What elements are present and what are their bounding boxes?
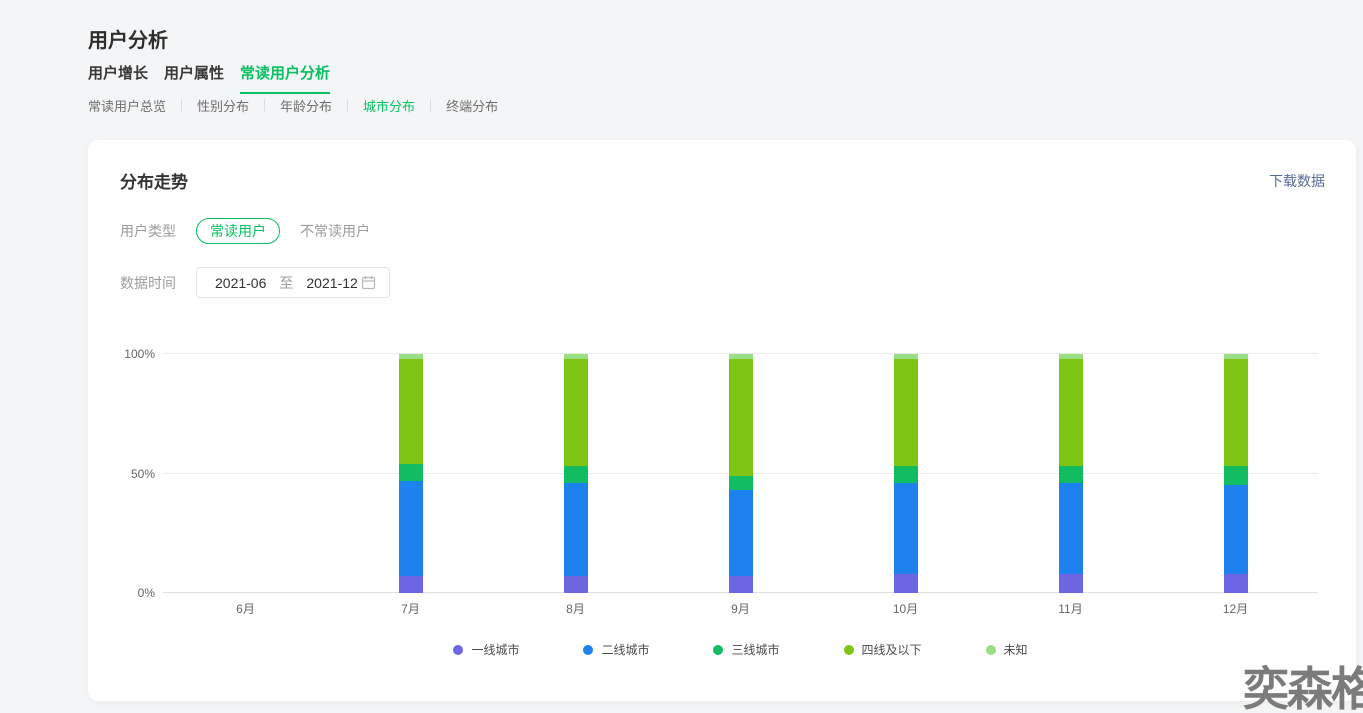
main-tab[interactable]: 用户属性 [164, 62, 224, 94]
legend-item[interactable]: 一线城市 [453, 641, 519, 658]
x-tick-label: 9月 [731, 600, 750, 617]
card-title: 分布走势 [120, 168, 188, 193]
bar-segment [564, 483, 588, 576]
subnav-item[interactable]: 终端分布 [446, 96, 498, 115]
bar-segment [1224, 574, 1248, 593]
main-tabs: 用户增长用户属性常读用户分析 [88, 62, 330, 94]
y-tick-label: 0% [138, 586, 155, 600]
y-tick-label: 50% [131, 467, 155, 481]
subnav-divider [430, 99, 431, 112]
bar-segment [1224, 359, 1248, 467]
bar-segment [399, 464, 423, 481]
bar-segment [894, 483, 918, 574]
user-type-option[interactable]: 不常读用户 [286, 218, 384, 244]
bar-segment [894, 359, 918, 467]
main-tab[interactable]: 用户增长 [88, 62, 148, 94]
bar-segment [1059, 574, 1083, 593]
main-tab[interactable]: 常读用户分析 [240, 62, 330, 94]
calendar-icon[interactable] [361, 275, 376, 290]
y-tick-label: 100% [124, 347, 155, 361]
bar-segment [1059, 483, 1083, 574]
subnav-item[interactable]: 城市分布 [363, 96, 415, 115]
stacked-bar [894, 354, 918, 593]
x-tick-label: 6月 [236, 600, 255, 617]
bar-segment [729, 490, 753, 576]
bar-segment [564, 466, 588, 483]
date-end-value[interactable]: 2021-12 [306, 275, 357, 291]
legend-item[interactable]: 四线及以下 [844, 641, 922, 658]
x-tick-label: 12月 [1223, 600, 1248, 617]
bar-segment [729, 359, 753, 476]
chart-legend: 一线城市 二线城市 三线城市 四线及以下 未知 [163, 641, 1318, 658]
date-start-value[interactable]: 2021-06 [215, 275, 266, 291]
distribution-trend-card: 分布走势 下载数据 用户类型 常读用户不常读用户 数据时间 2021-06 至 … [88, 140, 1356, 701]
bar-segment [399, 359, 423, 464]
legend-label: 二线城市 [601, 641, 649, 658]
legend-label: 一线城市 [471, 641, 519, 658]
x-tick-label: 8月 [566, 600, 585, 617]
legend-dot [713, 645, 723, 655]
stacked-bar [1224, 354, 1248, 593]
bar-segment [564, 359, 588, 467]
stacked-bar [1059, 354, 1083, 593]
page: 用户分析 用户增长用户属性常读用户分析 常读用户总览 性别分布 年龄分布 城市分布 终端… [0, 0, 1363, 713]
subnav-item[interactable]: 年龄分布 [280, 96, 332, 115]
subnav-divider [181, 99, 182, 112]
user-type-option[interactable]: 常读用户 [196, 218, 280, 244]
date-separator: 至 [279, 273, 293, 293]
date-range-picker[interactable]: 2021-06 至 2021-12 [196, 267, 390, 298]
user-type-filter-row: 用户类型 常读用户不常读用户 [120, 217, 390, 244]
stacked-bar-chart: 0%50%100%6月7月8月9月10月11月12月 [163, 354, 1318, 593]
bar-segment [1059, 359, 1083, 467]
x-tick-label: 10月 [893, 600, 918, 617]
legend-dot [583, 645, 593, 655]
watermark: 奕森格 [1243, 653, 1363, 713]
legend-dot [986, 645, 996, 655]
bar-segment [1059, 466, 1083, 483]
legend-item[interactable]: 三线城市 [713, 641, 779, 658]
legend-item[interactable]: 二线城市 [583, 641, 649, 658]
legend-label: 未知 [1004, 641, 1028, 658]
subnav-item[interactable]: 常读用户总览 [88, 96, 166, 115]
x-tick-label: 7月 [401, 600, 420, 617]
subnav-item[interactable]: 性别分布 [197, 96, 249, 115]
bar-segment [399, 576, 423, 593]
bar-segment [1224, 485, 1248, 573]
x-tick-label: 11月 [1058, 600, 1082, 617]
sub-tabs: 常读用户总览 性别分布 年龄分布 城市分布 终端分布 [88, 96, 498, 115]
stacked-bar [564, 354, 588, 593]
bar-segment [729, 576, 753, 593]
subnav-divider [347, 99, 348, 112]
user-type-options: 常读用户不常读用户 [196, 218, 390, 244]
download-data-link[interactable]: 下载数据 [1269, 171, 1325, 191]
legend-label: 三线城市 [731, 641, 779, 658]
legend-dot [844, 645, 854, 655]
bar-segment [564, 576, 588, 593]
legend-label: 四线及以下 [862, 641, 922, 658]
bar-segment [1224, 466, 1248, 485]
legend-dot [453, 645, 463, 655]
date-filter-row: 数据时间 2021-06 至 2021-12 [120, 267, 390, 298]
stacked-bar [729, 354, 753, 593]
bar-segment [894, 574, 918, 593]
date-label: 数据时间 [120, 273, 196, 293]
bar-segment [399, 481, 423, 577]
bar-segment [894, 466, 918, 483]
user-type-label: 用户类型 [120, 221, 196, 241]
stacked-bar [399, 354, 423, 593]
page-title: 用户分析 [88, 24, 168, 53]
bar-segment [729, 476, 753, 490]
legend-item[interactable]: 未知 [986, 641, 1028, 658]
subnav-divider [264, 99, 265, 112]
